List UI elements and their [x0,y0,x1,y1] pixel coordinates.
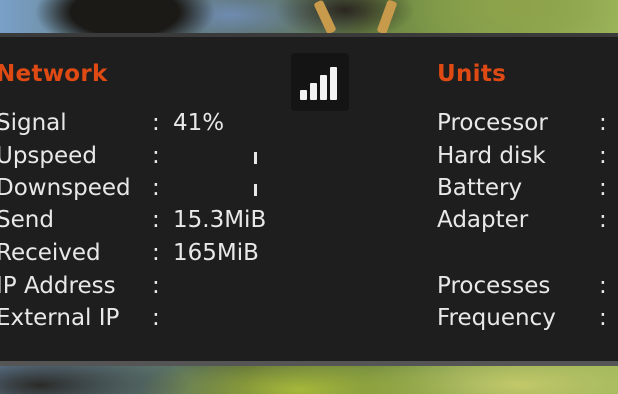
downspeed-graph-bar [254,184,257,196]
units-row-adapter: Adapter : [437,204,618,236]
downspeed-label: Downspeed [0,175,131,201]
processes-label: Processes [437,273,551,299]
separator: : [152,240,160,266]
network-row-external-ip: External IP : [0,302,296,334]
separator: : [599,207,607,233]
signal-bar [320,75,327,100]
hard-disk-label: Hard disk [437,143,546,169]
separator: : [152,110,160,136]
separator: : [152,207,160,233]
network-row-signal: Signal : 41% [0,107,296,139]
separator: : [599,273,607,299]
units-row-battery: Battery : [437,172,618,204]
units-heading: Units [437,61,507,87]
upspeed-graph-bar [254,152,257,164]
separator: : [599,143,607,169]
units-row-frequency: Frequency : [437,302,618,334]
separator: : [152,175,160,201]
external-ip-label: External IP [0,305,120,331]
system-monitor-panel: Network Signal : 41% Upspeed : Downspeed… [0,33,618,366]
send-label: Send [0,207,54,233]
separator: : [599,305,607,331]
separator: : [152,273,160,299]
separator: : [599,175,607,201]
network-row-send: Send : 15.3MiB [0,204,296,236]
units-row-processes: Processes : [437,270,618,302]
units-row-processor: Processor : [437,107,618,139]
signal-bar [310,83,317,100]
upspeed-label: Upspeed [0,143,97,169]
separator: : [152,143,160,169]
signal-strength-icon [291,53,349,111]
received-value: 165MiB [173,240,259,266]
received-label: Received [0,240,101,266]
network-row-downspeed: Downspeed : [0,172,296,204]
network-row-ip-address: IP Address : [0,270,296,302]
frequency-label: Frequency [437,305,556,331]
separator: : [152,305,160,331]
send-value: 15.3MiB [173,207,267,233]
signal-label: Signal [0,110,67,136]
signal-bar [300,90,307,100]
processor-label: Processor [437,110,548,136]
ip-address-label: IP Address [0,273,116,299]
network-row-upspeed: Upspeed : [0,140,296,172]
network-heading: Network [0,61,108,87]
signal-bar [330,67,337,100]
separator: : [599,110,607,136]
adapter-label: Adapter [437,207,529,233]
signal-value: 41% [173,110,225,136]
battery-label: Battery [437,175,523,201]
network-row-received: Received : 165MiB [0,237,296,269]
units-row-hard-disk: Hard disk : [437,140,618,172]
